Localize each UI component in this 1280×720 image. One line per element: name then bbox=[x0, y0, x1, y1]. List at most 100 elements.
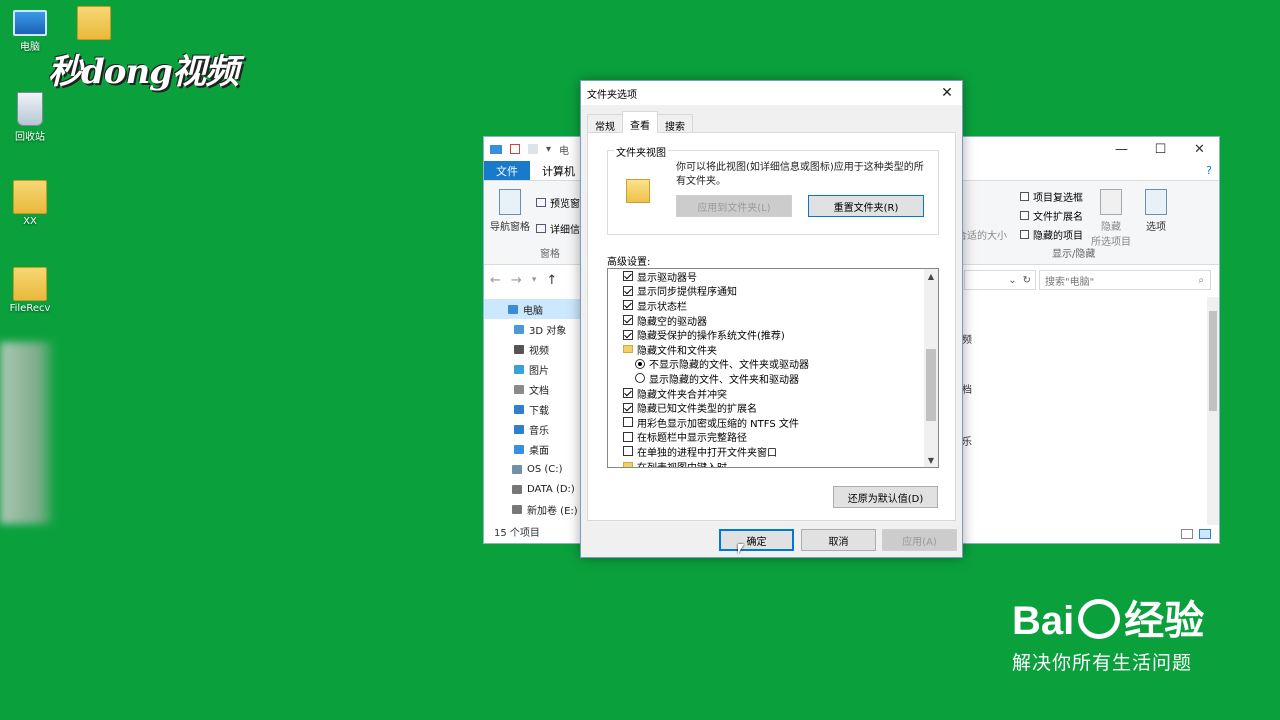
back-icon[interactable]: ← bbox=[490, 273, 501, 288]
setting-item[interactable]: 隐藏已知文件类型的扩展名 bbox=[608, 400, 938, 415]
setting-item[interactable]: 隐藏文件夹合并冲突 bbox=[608, 386, 938, 401]
apply-to-folders-button[interactable]: 应用到文件夹(L) bbox=[676, 195, 792, 217]
refresh-icon[interactable]: ↻ bbox=[1023, 275, 1031, 286]
setting-item[interactable]: 用彩色显示加密或压缩的 NTFS 文件 bbox=[608, 415, 938, 430]
details-pane-button[interactable]: 详细信 bbox=[536, 221, 580, 236]
checkbox[interactable] bbox=[623, 446, 633, 457]
tab-search[interactable]: 搜索 bbox=[657, 114, 693, 133]
scroll-down-icon[interactable]: ▼ bbox=[924, 453, 938, 467]
maximize-icon[interactable]: ☐ bbox=[1141, 142, 1180, 157]
pane-group-label: 窗格 bbox=[540, 249, 560, 260]
scrollbar-thumb[interactable] bbox=[1209, 311, 1217, 411]
desktop-icon-filerecv[interactable]: FileRecv bbox=[0, 267, 60, 314]
close-icon[interactable]: ✕ bbox=[1180, 142, 1219, 157]
nav-pane-button[interactable]: 导航窗格 bbox=[488, 189, 532, 233]
chevron-down-icon[interactable]: ⌄ bbox=[1008, 275, 1016, 286]
content-scrollbar[interactable] bbox=[1207, 297, 1219, 525]
setting-label: 显示同步提供程序通知 bbox=[637, 287, 737, 299]
setting-item[interactable]: 显示状态栏 bbox=[608, 298, 938, 313]
checkbox[interactable] bbox=[623, 417, 633, 428]
setting-label: 不显示隐藏的文件、文件夹或驱动器 bbox=[649, 360, 809, 372]
cancel-button[interactable]: 取消 bbox=[801, 529, 876, 551]
scrollbar-thumb[interactable] bbox=[926, 349, 936, 421]
setting-item[interactable]: 在列表视图中键入时 bbox=[608, 459, 938, 467]
content-item-fragment[interactable]: 档 bbox=[962, 381, 972, 396]
nav-item-music[interactable]: 音乐 bbox=[484, 419, 584, 439]
preview-pane-button[interactable]: 预览窗 bbox=[536, 195, 580, 210]
advanced-settings-list[interactable]: 显示驱动器号显示同步提供程序通知 显示状态栏 隐藏空的驱动器 隐藏受保护的操作系统文件… bbox=[607, 268, 939, 468]
setting-item[interactable]: 显示隐藏的文件、文件夹和驱动器 bbox=[608, 371, 938, 386]
tab-general[interactable]: 常规 bbox=[587, 114, 623, 133]
chevron-down-icon[interactable]: ▾ bbox=[532, 275, 537, 285]
checkbox[interactable] bbox=[1020, 230, 1029, 239]
checkbox[interactable] bbox=[623, 388, 633, 399]
folder-views-group: 文件夹视图 你可以将此视图(如详细信息或图标)应用于这种类型的所有文件夹。 应用… bbox=[607, 144, 939, 235]
setting-item[interactable]: 隐藏文件和文件夹 bbox=[608, 342, 938, 357]
checkbox[interactable] bbox=[1020, 211, 1029, 220]
nav-item-pictures[interactable]: 图片 bbox=[484, 359, 584, 379]
checkbox[interactable] bbox=[623, 271, 633, 282]
up-icon[interactable]: ↑ bbox=[546, 273, 557, 288]
reset-folders-button[interactable]: 重置文件夹(R) bbox=[808, 195, 924, 217]
radio-button[interactable] bbox=[635, 358, 645, 369]
settings-scrollbar[interactable]: ▲ ▼ bbox=[924, 269, 938, 467]
item-checkboxes-option[interactable]: 项目复选框 bbox=[1020, 189, 1083, 204]
nav-item-desktop[interactable]: 桌面 bbox=[484, 439, 584, 459]
nav-item-videos[interactable]: 视频 bbox=[484, 339, 584, 359]
nav-item-3d-objects[interactable]: 3D 对象 bbox=[484, 319, 584, 339]
content-item-fragment[interactable]: 频 bbox=[962, 331, 972, 346]
setting-item[interactable]: 显示驱动器号 bbox=[608, 269, 938, 284]
setting-item[interactable]: 在标题栏中显示完整路径 bbox=[608, 430, 938, 444]
hidden-items-option[interactable]: 隐藏的项目 bbox=[1020, 227, 1083, 242]
setting-item[interactable]: 隐藏受保护的操作系统文件(推荐) bbox=[608, 327, 938, 342]
nav-item-computer[interactable]: 电脑 bbox=[484, 299, 584, 319]
video-icon bbox=[514, 344, 524, 354]
search-input[interactable]: 搜索"电脑" ⌕ bbox=[1039, 270, 1211, 290]
ok-button[interactable]: 确定 bbox=[719, 529, 794, 551]
close-icon[interactable]: ✕ bbox=[932, 85, 962, 101]
options-button[interactable]: 选项 bbox=[1140, 189, 1172, 233]
checkbox[interactable] bbox=[623, 402, 633, 413]
nav-item-drive-d[interactable]: DATA (D:) bbox=[484, 479, 584, 499]
apply-button[interactable]: 应用(A) bbox=[882, 529, 957, 551]
desktop-icon-recycle-bin[interactable]: 回收站 bbox=[0, 92, 60, 143]
tab-file[interactable]: 文件 bbox=[484, 161, 530, 180]
address-bar[interactable]: ⌄ ↻ bbox=[964, 270, 1036, 290]
nav-item-drive-e[interactable]: 新加卷 (E:) bbox=[484, 499, 584, 519]
dialog-tabs: 常规 查看 搜索 bbox=[587, 111, 693, 133]
tab-view[interactable]: 查看 bbox=[622, 111, 658, 133]
restore-defaults-button[interactable]: 还原为默认值(D) bbox=[833, 486, 938, 508]
content-item-fragment[interactable]: 乐 bbox=[962, 433, 972, 448]
size-columns-fragment[interactable]: 合适的大小 bbox=[957, 227, 1007, 242]
details-view-icon[interactable] bbox=[1181, 529, 1193, 539]
forward-icon[interactable]: → bbox=[511, 273, 522, 288]
properties-icon[interactable] bbox=[510, 144, 520, 154]
desktop-icon-folder[interactable] bbox=[64, 6, 124, 42]
setting-item[interactable]: 隐藏空的驱动器 bbox=[608, 313, 938, 328]
setting-item[interactable]: 不显示隐藏的文件、文件夹或驱动器 bbox=[608, 357, 938, 372]
setting-item[interactable]: 在单独的进程中打开文件夹窗口 bbox=[608, 444, 938, 459]
radio-button[interactable] bbox=[635, 373, 645, 384]
tab-computer[interactable]: 计算机 bbox=[530, 161, 587, 180]
desktop-icon-xx[interactable]: XX bbox=[0, 180, 60, 227]
minimize-icon[interactable]: — bbox=[1102, 142, 1141, 157]
large-icons-view-icon[interactable] bbox=[1199, 529, 1211, 539]
hide-selected-button[interactable]: 隐藏 所选项目 bbox=[1088, 189, 1134, 248]
chevron-down-icon[interactable]: ▾ bbox=[546, 144, 551, 155]
nav-item-documents[interactable]: 文档 bbox=[484, 379, 584, 399]
nav-item-drive-c[interactable]: OS (C:) bbox=[484, 459, 584, 479]
checkbox[interactable] bbox=[623, 300, 633, 311]
checkbox[interactable] bbox=[623, 431, 633, 442]
checkbox[interactable] bbox=[1020, 192, 1029, 201]
help-icon[interactable]: ? bbox=[1199, 161, 1219, 180]
checkbox[interactable] bbox=[623, 315, 633, 326]
file-extensions-option[interactable]: 文件扩展名 bbox=[1020, 208, 1083, 223]
checkbox[interactable] bbox=[623, 329, 633, 340]
setting-item[interactable]: 显示同步提供程序通知 bbox=[608, 284, 938, 299]
checkbox[interactable] bbox=[623, 285, 633, 296]
nav-item-label: 图片 bbox=[529, 365, 549, 377]
scroll-up-icon[interactable]: ▲ bbox=[924, 269, 938, 283]
new-folder-icon[interactable] bbox=[528, 144, 538, 154]
nav-item-downloads[interactable]: 下载 bbox=[484, 399, 584, 419]
folder-views-legend: 文件夹视图 bbox=[614, 144, 668, 159]
